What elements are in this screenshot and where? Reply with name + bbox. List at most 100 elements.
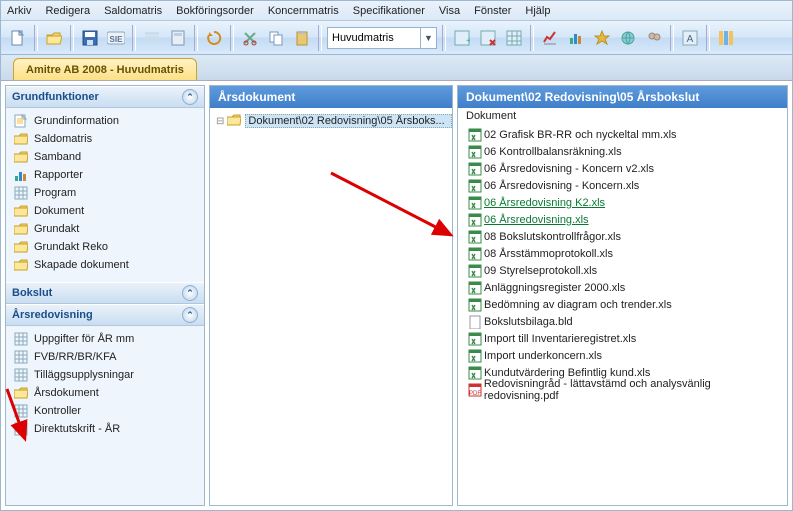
file-row[interactable]: Bedömning av diagram och trender.xls bbox=[458, 296, 787, 313]
xls-icon bbox=[466, 349, 484, 363]
file-row[interactable]: Anläggningsregister 2000.xls bbox=[458, 279, 787, 296]
active-document-tab[interactable]: Amitre AB 2008 - Huvudmatris bbox=[13, 58, 197, 80]
sidebar-group-title: Bokslut bbox=[12, 287, 52, 299]
sidebar-item[interactable]: Grundinformation bbox=[10, 112, 200, 130]
file-name: 06 Årsredovisning - Koncern.xls bbox=[484, 180, 639, 192]
list-icon[interactable] bbox=[140, 26, 164, 50]
chart-line-icon[interactable] bbox=[538, 26, 562, 50]
file-name: Import underkoncern.xls bbox=[484, 350, 602, 362]
sidebar-item-label: Grundakt bbox=[34, 223, 79, 235]
sidebar-item[interactable]: Grundakt Reko bbox=[10, 238, 200, 256]
sidebar-item[interactable]: Direktutskrift - ÅR bbox=[10, 420, 200, 438]
file-row[interactable]: 06 Kontrollbalansräkning.xls bbox=[458, 143, 787, 160]
sidebar-item[interactable]: Skapade dokument bbox=[10, 256, 200, 274]
folder-icon bbox=[12, 385, 30, 401]
sidebar-item-label: Årsdokument bbox=[34, 387, 99, 399]
menu-visa[interactable]: Visa bbox=[439, 5, 460, 17]
sidebar-item-label: FVB/RR/BR/KFA bbox=[34, 351, 117, 363]
sidebar-item[interactable]: Rapporter bbox=[10, 166, 200, 184]
collapse-icon: ⌃ bbox=[182, 89, 198, 105]
xls-icon bbox=[466, 366, 484, 380]
file-row[interactable]: 06 Årsredovisning - Koncern.xls bbox=[458, 177, 787, 194]
file-row[interactable]: 08 Bokslutskontrollfrågor.xls bbox=[458, 228, 787, 245]
tree-node[interactable]: ⊟ Dokument\02 Redovisning\05 Årsboks... bbox=[210, 112, 452, 130]
file-row[interactable]: Bokslutsbilaga.bld bbox=[458, 313, 787, 330]
refresh-icon[interactable] bbox=[202, 26, 226, 50]
star-icon[interactable] bbox=[590, 26, 614, 50]
sie-icon[interactable]: SIE bbox=[104, 26, 128, 50]
sidebar-item-label: Uppgifter för ÅR mm bbox=[34, 333, 134, 345]
sidebar-item[interactable]: Samband bbox=[10, 148, 200, 166]
sidebar-item[interactable]: Uppgifter för ÅR mm bbox=[10, 330, 200, 348]
menu-redigera[interactable]: Redigera bbox=[45, 5, 90, 17]
new-doc-icon[interactable] bbox=[6, 26, 30, 50]
collapse-icon: ⌃ bbox=[182, 307, 198, 323]
file-column-header: Dokument bbox=[458, 108, 787, 126]
file-row[interactable]: 08 Årsstämmoprotokoll.xls bbox=[458, 245, 787, 262]
sidebar-group-header[interactable]: Bokslut ⌃ bbox=[6, 282, 204, 304]
grid-del-icon[interactable] bbox=[476, 26, 500, 50]
cut-icon[interactable] bbox=[238, 26, 262, 50]
menu-hjalp[interactable]: Hjälp bbox=[525, 5, 550, 17]
sidebar-item[interactable]: FVB/RR/BR/KFA bbox=[10, 348, 200, 366]
menu-saldomatris[interactable]: Saldomatris bbox=[104, 5, 162, 17]
xls-icon bbox=[466, 179, 484, 193]
file-row[interactable]: 06 Årsredovisning.xls bbox=[458, 211, 787, 228]
copy-icon[interactable] bbox=[264, 26, 288, 50]
file-row[interactable]: PDFRedovisningråd - lättavstämd och anal… bbox=[458, 381, 787, 398]
tree-node-label: Dokument\02 Redovisning\05 Årsboks... bbox=[245, 114, 452, 128]
save-icon[interactable] bbox=[78, 26, 102, 50]
sidebar-item[interactable]: Dokument bbox=[10, 202, 200, 220]
sidebar-item-label: Rapporter bbox=[34, 169, 83, 181]
file-panel-header: Dokument\02 Redovisning\05 Årsbokslut bbox=[458, 86, 787, 108]
file-row[interactable]: 02 Grafisk BR-RR och nyckeltal mm.xls bbox=[458, 126, 787, 143]
chart-bar-icon[interactable] bbox=[564, 26, 588, 50]
menu-arkiv[interactable]: Arkiv bbox=[7, 5, 31, 17]
folder-icon bbox=[12, 131, 30, 147]
sidebar-group-header[interactable]: Årsredovisning ⌃ bbox=[6, 304, 204, 326]
matrix-select-value: Huvudmatris bbox=[332, 32, 394, 44]
xls-icon bbox=[466, 264, 484, 278]
menu-koncernmatris[interactable]: Koncernmatris bbox=[268, 5, 339, 17]
sidebar-item[interactable]: Årsdokument bbox=[10, 384, 200, 402]
file-name: Anläggningsregister 2000.xls bbox=[484, 282, 625, 294]
menu-specifikationer[interactable]: Specifikationer bbox=[353, 5, 425, 17]
file-row[interactable]: Import underkoncern.xls bbox=[458, 347, 787, 364]
sidebar-group-title: Grundfunktioner bbox=[12, 91, 99, 103]
file-row[interactable]: Import till Inventarieregistret.xls bbox=[458, 330, 787, 347]
matrix-select[interactable]: Huvudmatris ▼ bbox=[327, 27, 437, 49]
columns-icon[interactable] bbox=[714, 26, 738, 50]
file-row[interactable]: 09 Styrelseprotokoll.xls bbox=[458, 262, 787, 279]
users-icon[interactable] bbox=[642, 26, 666, 50]
folder-icon bbox=[12, 239, 30, 255]
sidebar-item[interactable]: Kontroller bbox=[10, 402, 200, 420]
sheet-icon bbox=[12, 331, 30, 347]
sidebar-item[interactable]: Saldomatris bbox=[10, 130, 200, 148]
open-folder-icon[interactable] bbox=[42, 26, 66, 50]
sidebar-group-header[interactable]: Grundfunktioner ⌃ bbox=[6, 86, 204, 108]
xls-icon bbox=[466, 128, 484, 142]
file-name: 02 Grafisk BR-RR och nyckeltal mm.xls bbox=[484, 129, 677, 141]
chevron-down-icon: ▼ bbox=[420, 28, 436, 48]
sidebar-item[interactable]: Program bbox=[10, 184, 200, 202]
sidebar-item[interactable]: Tilläggsupplysningar bbox=[10, 366, 200, 384]
sidebar-group-title: Årsredovisning bbox=[12, 309, 93, 321]
globe-icon[interactable] bbox=[616, 26, 640, 50]
panel-a-icon[interactable]: A bbox=[678, 26, 702, 50]
collapse-icon: ⌃ bbox=[182, 285, 198, 301]
sidebar-item-label: Tilläggsupplysningar bbox=[34, 369, 134, 381]
xls-icon bbox=[466, 230, 484, 244]
xls-icon bbox=[466, 281, 484, 295]
menu-bar: Arkiv Redigera Saldomatris Bokföringsord… bbox=[1, 1, 792, 21]
grid-add-icon[interactable]: + bbox=[450, 26, 474, 50]
file-panel: Dokument\02 Redovisning\05 Årsbokslut Do… bbox=[457, 85, 788, 506]
sheet-icon bbox=[12, 349, 30, 365]
menu-fonster[interactable]: Fönster bbox=[474, 5, 511, 17]
file-row[interactable]: 06 Årsredovisning - Koncern v2.xls bbox=[458, 160, 787, 177]
grid-icon[interactable] bbox=[502, 26, 526, 50]
paste-icon[interactable] bbox=[290, 26, 314, 50]
sidebar-item[interactable]: Grundakt bbox=[10, 220, 200, 238]
menu-bokforingsorder[interactable]: Bokföringsorder bbox=[176, 5, 254, 17]
calc-icon[interactable] bbox=[166, 26, 190, 50]
file-row[interactable]: 06 Årsredovisning K2.xls bbox=[458, 194, 787, 211]
